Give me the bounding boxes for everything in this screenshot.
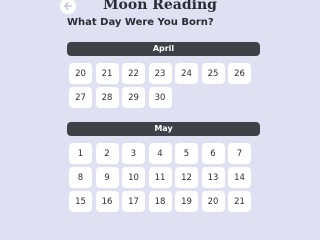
day-button[interactable]: 21 xyxy=(228,191,251,212)
question-heading: What Day Were You Born? xyxy=(67,17,214,28)
day-button[interactable]: 9 xyxy=(95,167,119,188)
top-bar: Moon Reading xyxy=(0,0,320,14)
day-button[interactable]: 12 xyxy=(175,167,198,188)
day-grid-april: 20 21 22 23 24 25 26 27 28 29 30 xyxy=(69,63,251,108)
day-button[interactable]: 7 xyxy=(228,143,251,164)
day-grid-may: 1 2 3 4 5 6 7 8 9 10 11 12 13 14 15 16 17 18 19 20 21 xyxy=(69,143,251,212)
day-button[interactable]: 27 xyxy=(69,87,92,108)
day-button[interactable]: 15 xyxy=(69,191,92,212)
day-button[interactable]: 5 xyxy=(175,143,198,164)
day-button[interactable]: 4 xyxy=(148,143,172,164)
day-button[interactable]: 21 xyxy=(95,63,119,84)
day-button[interactable]: 18 xyxy=(148,191,172,212)
day-button[interactable]: 10 xyxy=(122,167,145,188)
day-button[interactable]: 11 xyxy=(148,167,172,188)
day-button[interactable]: 16 xyxy=(95,191,119,212)
day-button[interactable]: 6 xyxy=(201,143,225,164)
day-button[interactable]: 8 xyxy=(69,167,92,188)
day-button[interactable]: 20 xyxy=(201,191,225,212)
day-button[interactable]: 13 xyxy=(201,167,225,188)
day-button[interactable]: 30 xyxy=(148,87,172,108)
day-button[interactable]: 14 xyxy=(228,167,251,188)
month-header-may: May xyxy=(67,122,260,136)
month-header-april: April xyxy=(67,42,260,56)
day-button[interactable]: 19 xyxy=(175,191,198,212)
day-button[interactable]: 3 xyxy=(122,143,145,164)
day-button[interactable]: 24 xyxy=(175,63,198,84)
day-button[interactable]: 22 xyxy=(122,63,145,84)
day-button[interactable]: 20 xyxy=(69,63,92,84)
day-button[interactable]: 29 xyxy=(122,87,145,108)
day-button[interactable]: 17 xyxy=(122,191,145,212)
day-button[interactable]: 1 xyxy=(69,143,92,164)
day-button[interactable]: 26 xyxy=(228,63,251,84)
day-button[interactable]: 25 xyxy=(201,63,225,84)
page-title: Moon Reading xyxy=(103,0,217,13)
day-button[interactable]: 23 xyxy=(148,63,172,84)
day-button[interactable]: 28 xyxy=(95,87,119,108)
day-button[interactable]: 2 xyxy=(95,143,119,164)
